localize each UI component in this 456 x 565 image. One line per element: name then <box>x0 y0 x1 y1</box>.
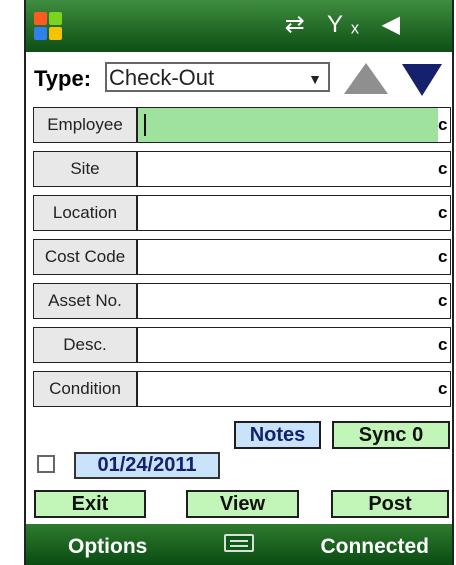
speaker-icon: ◀︎ <box>381 11 408 38</box>
cost-code-field-row: Cost Code c <box>33 239 451 275</box>
location-button[interactable]: Location <box>34 196 138 230</box>
asset-no-field-row: Asset No. c <box>33 283 451 319</box>
site-c-label: c <box>438 159 448 178</box>
sync-button[interactable]: Sync 0 <box>332 421 450 449</box>
location-input[interactable] <box>138 196 438 230</box>
status-icons: ⇄ Yₓ ◀︎ <box>285 10 408 39</box>
location-c-label: c <box>438 203 448 222</box>
cost-code-c-label: c <box>438 247 448 266</box>
asset-no-c-label: c <box>438 291 448 310</box>
options-softkey[interactable]: Options <box>68 535 147 559</box>
mobile-app-window: ⇄ Yₓ ◀︎ Type: Check-Out ▼ Employee c Sit… <box>24 0 454 565</box>
asset-no-input[interactable] <box>138 284 438 318</box>
status-bar: ⇄ Yₓ ◀︎ <box>26 0 452 52</box>
desc-button[interactable]: Desc. <box>34 328 138 362</box>
windows-start-icon[interactable] <box>34 12 62 40</box>
signal-x-icon: Yₓ <box>326 11 367 38</box>
text-cursor <box>144 114 146 136</box>
down-arrow-button[interactable] <box>402 64 442 96</box>
site-input[interactable] <box>138 152 438 186</box>
asset-no-button[interactable]: Asset No. <box>34 284 138 318</box>
desc-field-row: Desc. c <box>33 327 451 363</box>
post-button[interactable]: Post <box>331 490 449 518</box>
employee-c-label: c <box>438 115 448 134</box>
exit-button[interactable]: Exit <box>34 490 146 518</box>
up-arrow-button[interactable] <box>344 63 388 94</box>
date-field[interactable]: 01/24/2011 <box>74 452 220 479</box>
desc-input[interactable] <box>138 328 438 362</box>
condition-field-row: Condition c <box>33 371 451 407</box>
location-field-row: Location c <box>33 195 451 231</box>
employee-field-row: Employee c <box>33 107 451 143</box>
connected-softkey[interactable]: Connected <box>320 535 429 559</box>
notes-button[interactable]: Notes <box>234 421 321 449</box>
type-value: Check-Out <box>109 65 215 90</box>
condition-c-label: c <box>438 379 448 398</box>
cost-code-input[interactable] <box>138 240 438 274</box>
desc-c-label: c <box>438 335 448 354</box>
softkey-bar: Options Connected <box>26 524 452 565</box>
condition-button[interactable]: Condition <box>34 372 138 406</box>
site-button[interactable]: Site <box>34 152 138 186</box>
employee-button[interactable]: Employee <box>34 108 138 142</box>
type-label: Type: <box>34 66 92 91</box>
date-checkbox[interactable] <box>37 455 55 473</box>
chevron-down-icon: ▼ <box>308 71 322 87</box>
site-field-row: Site c <box>33 151 451 187</box>
keyboard-icon[interactable] <box>224 534 254 552</box>
sync-arrows-icon: ⇄ <box>284 11 313 38</box>
type-row: Type: Check-Out ▼ <box>26 58 452 100</box>
cost-code-button[interactable]: Cost Code <box>34 240 138 274</box>
employee-input[interactable] <box>138 108 438 142</box>
view-button[interactable]: View <box>186 490 299 518</box>
condition-input[interactable] <box>138 372 438 406</box>
type-dropdown[interactable]: Check-Out ▼ <box>105 62 330 92</box>
